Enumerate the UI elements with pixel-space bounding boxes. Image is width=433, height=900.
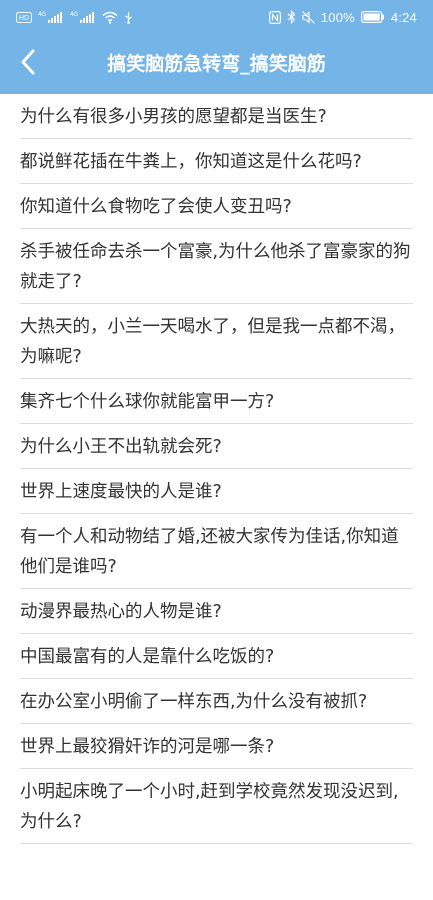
list-item[interactable]: 动漫界最热心的人物是谁? xyxy=(20,589,413,634)
status-bar: HD 4G 4G 100% 4:24 xyxy=(0,0,433,34)
usb-icon xyxy=(124,11,133,24)
status-bar-left: HD 4G 4G xyxy=(16,10,133,24)
list-item[interactable]: 世界上速度最快的人是谁? xyxy=(20,469,413,514)
nfc-icon xyxy=(268,10,281,24)
list-item[interactable]: 集齐七个什么球你就能富甲一方? xyxy=(20,379,413,424)
question-list[interactable]: 为什么有很多小男孩的愿望都是当医生? 都说鲜花插在牛粪上，你知道这是什么花吗? 你知… xyxy=(0,94,433,900)
hd-icon: HD xyxy=(16,11,32,23)
status-bar-right: 100% 4:24 xyxy=(268,9,417,25)
question-text: 都说鲜花插在牛粪上，你知道这是什么花吗? xyxy=(20,152,362,172)
question-text: 杀手被任命去杀一个富豪,为什么他杀了富豪家的狗就走了? xyxy=(20,242,411,292)
question-text: 在办公室小明偷了一样东西,为什么没有被抓? xyxy=(20,692,368,712)
question-text: 为什么小王不出轨就会死? xyxy=(20,437,222,457)
list-item[interactable]: 在办公室小明偷了一样东西,为什么没有被抓? xyxy=(20,679,413,724)
app-bar: 搞笑脑筋急转弯_搞笑脑筋 xyxy=(0,34,433,94)
list-item[interactable]: 你知道什么食物吃了会使人变丑吗? xyxy=(20,184,413,229)
hd-label: HD xyxy=(19,15,29,22)
list-item[interactable]: 为什么有很多小男孩的愿望都是当医生? xyxy=(20,94,413,139)
battery-percent: 100% xyxy=(320,9,355,25)
signal-icon-1: 4G xyxy=(38,10,64,24)
page-title: 搞笑脑筋急转弯_搞笑脑筋 xyxy=(107,53,326,75)
list-item[interactable]: 杀手被任命去杀一个富豪,为什么他杀了富豪家的狗就走了? xyxy=(20,229,413,304)
question-text: 你知道什么食物吃了会使人变丑吗? xyxy=(20,197,292,217)
clock: 4:24 xyxy=(390,9,417,25)
network-type-1: 4G xyxy=(38,12,46,18)
list-item[interactable]: 中国最富有的人是靠什么吃饭的? xyxy=(20,634,413,679)
signal-icon-2: 4G xyxy=(70,10,96,24)
question-text: 世界上速度最快的人是谁? xyxy=(20,482,222,502)
mute-icon xyxy=(301,10,315,24)
question-text: 小明起床晚了一个小时,赶到学校竟然发现没迟到,为什么? xyxy=(20,782,399,832)
question-text: 集齐七个什么球你就能富甲一方? xyxy=(20,392,275,412)
question-text: 世界上最狡猾奸诈的河是哪一条? xyxy=(20,737,275,757)
wifi-icon xyxy=(102,11,118,24)
bluetooth-icon xyxy=(287,10,296,24)
list-item[interactable]: 都说鲜花插在牛粪上，你知道这是什么花吗? xyxy=(20,139,413,184)
question-text: 大热天的，小兰一天喝水了，但是我一点都不渴，为嘛呢? xyxy=(20,317,405,367)
list-item[interactable]: 为什么小王不出轨就会死? xyxy=(20,424,413,469)
question-text: 为什么有很多小男孩的愿望都是当医生? xyxy=(20,107,327,127)
list-item[interactable]: 有一个人和动物结了婚,还被大家传为佳话,你知道他们是谁吗? xyxy=(20,514,413,589)
list-item[interactable]: 大热天的，小兰一天喝水了，但是我一点都不渴，为嘛呢? xyxy=(20,304,413,379)
list-item[interactable]: 世界上最狡猾奸诈的河是哪一条? xyxy=(20,724,413,769)
list-item[interactable]: 小明起床晚了一个小时,赶到学校竟然发现没迟到,为什么? xyxy=(20,769,413,844)
question-text: 有一个人和动物结了婚,还被大家传为佳话,你知道他们是谁吗? xyxy=(20,527,399,577)
back-button[interactable] xyxy=(12,48,44,80)
question-text: 中国最富有的人是靠什么吃饭的? xyxy=(20,647,275,667)
question-text: 动漫界最热心的人物是谁? xyxy=(20,602,222,622)
chevron-left-icon xyxy=(18,48,38,80)
network-type-2: 4G xyxy=(70,12,78,18)
battery-icon xyxy=(360,11,385,23)
